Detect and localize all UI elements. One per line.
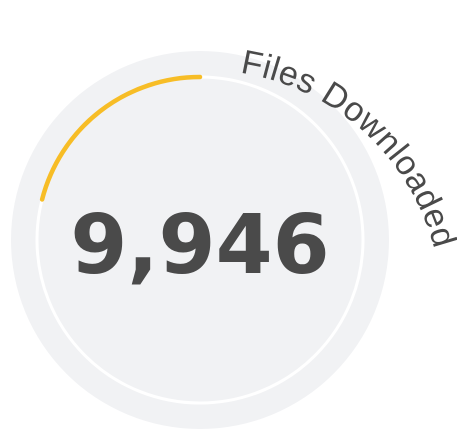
- download-counter-widget: Files Downloaded 9,946: [0, 0, 457, 434]
- counter-graphic: Files Downloaded 9,946: [11, 43, 457, 429]
- download-count-value: 9,946: [70, 198, 329, 293]
